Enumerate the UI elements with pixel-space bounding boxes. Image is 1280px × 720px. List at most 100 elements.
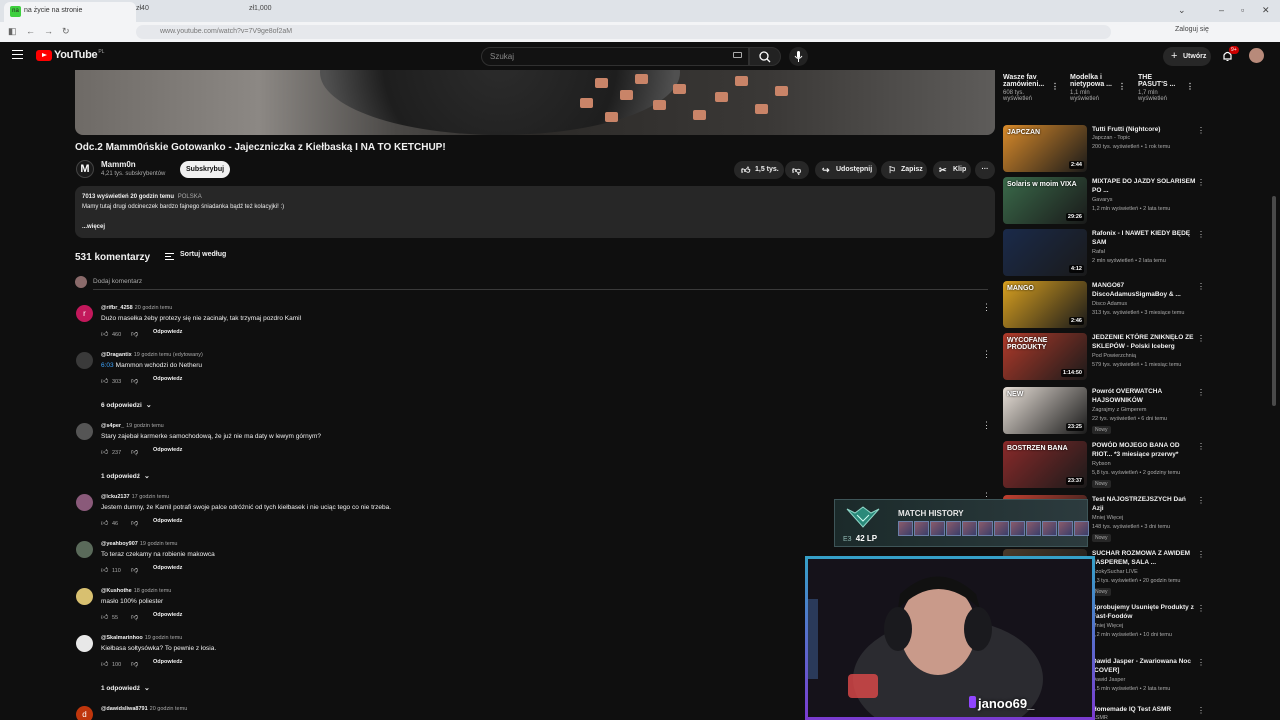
comment-dislike-icon[interactable]: 👎︎ bbox=[131, 659, 138, 668]
sort-button[interactable]: Sortuj według bbox=[180, 251, 226, 258]
sidebar-toggle-icon[interactable]: ◧ bbox=[8, 26, 17, 37]
related-video-menu-icon[interactable]: ⋮ bbox=[1197, 496, 1203, 505]
related-video-menu-icon[interactable]: ⋮ bbox=[1197, 334, 1203, 343]
channel-avatar[interactable]: M bbox=[76, 160, 94, 178]
maximize-icon[interactable]: ▫ bbox=[1241, 5, 1244, 15]
related-video-title[interactable]: MIXTAPE DO JAZDY SOLARISEM PO ... bbox=[1092, 177, 1196, 195]
related-video-channel[interactable]: Mniej Więcej bbox=[1092, 515, 1123, 521]
keyboard-icon[interactable] bbox=[733, 52, 742, 58]
related-video-title[interactable]: MANGO67 DiscoAdamusSigmaBoy & ... bbox=[1092, 281, 1196, 299]
video-thumbnail[interactable]: Solaris w moim VIXA 29:26 bbox=[1003, 177, 1087, 224]
replies-toggle[interactable]: 6 odpowiedzi ⌄ bbox=[101, 401, 152, 409]
description-box[interactable]: 7013 wyświetleń 20 godzin temu POLSKA Ma… bbox=[75, 186, 995, 238]
back-icon[interactable]: ← bbox=[26, 26, 35, 36]
related-video-channel[interactable]: SzokySuchar LIVE bbox=[1092, 569, 1138, 575]
related-video[interactable]: Solaris w moim VIXA 29:26 MIXTAPE DO JAZDY… bbox=[1003, 177, 1203, 227]
voice-search-button[interactable] bbox=[789, 47, 808, 66]
commenter-avatar[interactable] bbox=[76, 635, 93, 652]
country-tag[interactable]: POLSKA bbox=[178, 194, 202, 200]
comment-time[interactable]: 18 godzin temu bbox=[134, 588, 172, 594]
related-video[interactable]: NEW 23:25 Powrót OVERWATCHA HAJSOWNIKÓW Zag… bbox=[1003, 387, 1203, 437]
related-video-channel[interactable]: Pod Powierzchnią bbox=[1092, 353, 1136, 359]
reply-button[interactable]: Odpowiedz bbox=[153, 518, 182, 524]
short-menu-icon[interactable]: ⋮ bbox=[1186, 82, 1194, 91]
tab-list-icon[interactable]: ⌄ bbox=[1178, 5, 1186, 16]
related-video-channel[interactable]: Zagrajmy z Gimperem bbox=[1092, 407, 1146, 413]
related-video-menu-icon[interactable]: ⋮ bbox=[1197, 388, 1203, 397]
comment-dislike-icon[interactable]: 👎︎ bbox=[131, 376, 138, 385]
related-video-title[interactable]: Tutti Frutti (Nightcore) bbox=[1092, 125, 1196, 134]
more-actions-button[interactable]: ··· bbox=[975, 161, 995, 179]
reply-button[interactable]: Odpowiedz bbox=[153, 565, 182, 571]
save-button[interactable]: ⚐ Zapisz bbox=[881, 161, 927, 179]
channel-name[interactable]: Mamm0n bbox=[101, 160, 136, 169]
comment-menu-icon[interactable]: ⋮ bbox=[982, 349, 991, 360]
search-button[interactable] bbox=[749, 47, 781, 66]
related-video-channel[interactable]: Gavarys bbox=[1092, 197, 1112, 203]
video-thumbnail[interactable]: NEW 23:25 bbox=[1003, 387, 1087, 434]
reply-button[interactable]: Odpowiedz bbox=[153, 612, 182, 618]
comment-time[interactable]: 19 godzin temu (edytowany) bbox=[134, 352, 203, 358]
comment-like-icon[interactable]: 👍︎ bbox=[101, 329, 108, 338]
related-video-title[interactable]: JEDZENIE KTÓRE ZNIKNĘŁO ZE SKLEPÓW - Pol… bbox=[1092, 333, 1196, 351]
timestamp-link[interactable]: 6:03 bbox=[101, 362, 114, 369]
comment-dislike-icon[interactable]: 👎︎ bbox=[131, 565, 138, 574]
related-video-title[interactable]: Test NAJOSTRZEJSZYCH Dań Azji bbox=[1092, 495, 1196, 513]
dislike-button[interactable]: 👎︎ bbox=[785, 161, 809, 179]
page-scrollbar[interactable] bbox=[1272, 196, 1276, 406]
related-video-menu-icon[interactable]: ⋮ bbox=[1197, 604, 1203, 613]
related-video-channel[interactable]: Rafał bbox=[1092, 249, 1105, 255]
related-video-menu-icon[interactable]: ⋮ bbox=[1197, 230, 1203, 239]
commenter-avatar[interactable] bbox=[76, 494, 93, 511]
related-video-title[interactable]: Rafonix - I NAWET KIEDY BĘDĘ SAM bbox=[1092, 229, 1196, 247]
comment-like-icon[interactable]: 👍︎ bbox=[101, 376, 108, 385]
related-video-title[interactable]: SUCHAR ROZMOWA Z AWIDEM JASPEREM, SALA .… bbox=[1092, 549, 1196, 567]
related-video-title[interactable]: Homemade IQ Test ASMR bbox=[1092, 705, 1196, 714]
comment-author[interactable]: @Skalmarinhoo bbox=[101, 635, 143, 641]
related-video-channel[interactable]: Disco Adamus bbox=[1092, 301, 1127, 307]
related-video-title[interactable]: POWÓD MOJEGO BANA OD RIOT... *3 miesiące… bbox=[1092, 441, 1196, 459]
related-video[interactable]: 4:12 Rafonix - I NAWET KIEDY BĘDĘ SAM Rafa… bbox=[1003, 229, 1203, 279]
comment-time[interactable]: 19 godzin temu bbox=[126, 423, 164, 429]
sort-icon[interactable] bbox=[165, 253, 174, 260]
commenter-avatar[interactable] bbox=[76, 352, 93, 369]
reply-button[interactable]: Odpowiedz bbox=[153, 659, 182, 665]
related-video-menu-icon[interactable]: ⋮ bbox=[1197, 706, 1203, 715]
comment-author[interactable]: @rifbr_4258 bbox=[101, 305, 133, 311]
reply-button[interactable]: Odpowiedz bbox=[153, 447, 182, 453]
video-thumbnail[interactable]: MANGO 2:46 bbox=[1003, 281, 1087, 328]
replies-toggle[interactable]: 1 odpowiedź ⌄ bbox=[101, 684, 150, 692]
short-menu-icon[interactable]: ⋮ bbox=[1051, 82, 1059, 91]
menu-icon[interactable] bbox=[12, 50, 23, 59]
comment-author[interactable]: @dawidsliwa8791 bbox=[101, 706, 148, 712]
comment-time[interactable]: 19 godzin temu bbox=[140, 541, 178, 547]
reply-button[interactable]: Odpowiedz bbox=[153, 329, 182, 335]
related-video[interactable]: MANGO 2:46 MANGO67 DiscoAdamusSigmaBoy & .… bbox=[1003, 281, 1203, 331]
related-video-channel[interactable]: Mniej Więcej bbox=[1092, 623, 1123, 629]
video-thumbnail[interactable]: BOSTRZEN BANA 23:37 bbox=[1003, 441, 1087, 488]
replies-toggle[interactable]: 1 odpowiedź ⌄ bbox=[101, 472, 150, 480]
related-video-menu-icon[interactable]: ⋮ bbox=[1197, 282, 1203, 291]
comment-like-icon[interactable]: 👍︎ bbox=[101, 518, 108, 527]
comment-time[interactable]: 20 godzin temu bbox=[135, 305, 173, 311]
related-video-channel[interactable]: Rybson bbox=[1092, 461, 1111, 467]
reply-button[interactable]: Odpowiedz bbox=[153, 376, 182, 382]
account-avatar[interactable] bbox=[1249, 48, 1264, 63]
short-menu-icon[interactable]: ⋮ bbox=[1118, 82, 1126, 91]
related-video-menu-icon[interactable]: ⋮ bbox=[1197, 658, 1203, 667]
reload-icon[interactable]: ↻ bbox=[62, 26, 70, 37]
comment-like-icon[interactable]: 👍︎ bbox=[101, 565, 108, 574]
related-video-menu-icon[interactable]: ⋮ bbox=[1197, 442, 1203, 451]
related-video[interactable]: WYCOFANE PRODUKTY 1:14:50 JEDZENIE KTÓRE Z… bbox=[1003, 333, 1203, 383]
comment-time[interactable]: 20 godzin temu bbox=[150, 706, 188, 712]
close-icon[interactable]: ✕ bbox=[1262, 5, 1270, 16]
minimize-icon[interactable]: – bbox=[1219, 5, 1224, 15]
comment-dislike-icon[interactable]: 👎︎ bbox=[131, 447, 138, 456]
comment-time[interactable]: 19 godzin temu bbox=[145, 635, 183, 641]
video-player[interactable] bbox=[75, 70, 995, 135]
commenter-avatar[interactable]: r bbox=[76, 305, 93, 322]
like-button[interactable]: 👍︎ 1,5 tys. bbox=[734, 161, 784, 179]
forward-icon[interactable]: → bbox=[44, 26, 53, 36]
video-thumbnail[interactable]: WYCOFANE PRODUKTY 1:14:50 bbox=[1003, 333, 1087, 380]
comment-author[interactable]: @Kushothe bbox=[101, 588, 132, 594]
